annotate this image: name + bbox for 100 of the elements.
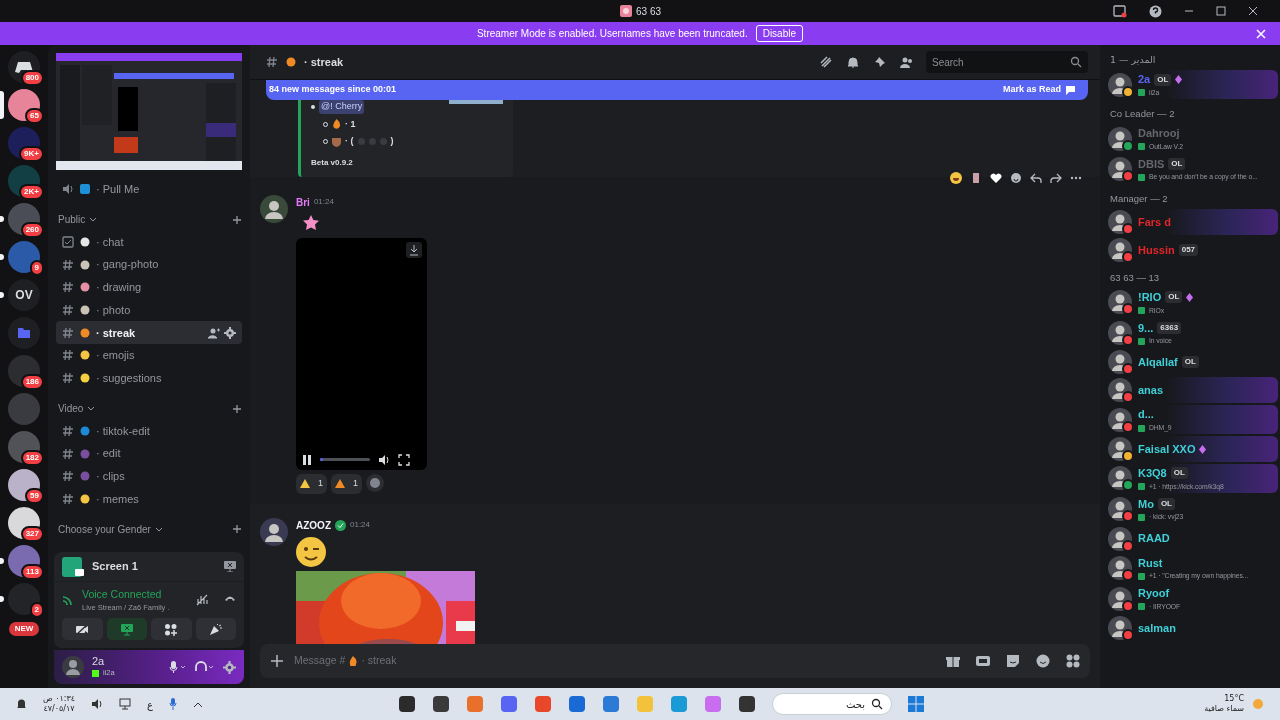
mail-icon[interactable]: [568, 695, 587, 713]
category-header[interactable]: Public: [58, 212, 86, 228]
user-avatar[interactable]: [260, 517, 288, 546]
close-icon[interactable]: [1248, 6, 1258, 16]
download-icon[interactable]: [406, 241, 422, 258]
speaker-icon[interactable]: [91, 698, 104, 710]
hash-icon: [62, 326, 74, 339]
emoji-picker-icon[interactable]: [1036, 654, 1050, 668]
heart-icon[interactable]: [990, 171, 1002, 184]
member-list-icon[interactable]: [900, 56, 912, 68]
notification-bell-icon[interactable]: [16, 698, 27, 710]
reaction-icon[interactable]: [970, 171, 982, 184]
author-name[interactable]: Bri: [296, 194, 310, 210]
channel-item[interactable]: · memes: [56, 487, 242, 511]
soundboard-icon: [208, 622, 223, 636]
camera-off-button[interactable]: [62, 618, 103, 640]
sticker-icon[interactable]: [1006, 654, 1020, 668]
reaction[interactable]: 1: [296, 473, 327, 494]
disable-button[interactable]: Disable: [755, 25, 804, 42]
settings-icon[interactable]: [223, 660, 236, 674]
controller-icon: [15, 60, 33, 74]
category-header[interactable]: Video: [58, 401, 84, 416]
upload-button[interactable]: [270, 654, 284, 668]
input-language[interactable]: ع: [147, 696, 154, 712]
channel-item[interactable]: · suggestions: [56, 366, 242, 390]
stop-stream-icon[interactable]: [224, 561, 236, 572]
channel-item[interactable]: · emojis: [56, 344, 242, 367]
sun-icon: [1252, 698, 1264, 710]
network-icon[interactable]: [119, 698, 132, 710]
channel-item[interactable]: · edit: [56, 442, 242, 465]
add-channel-icon[interactable]: [232, 403, 242, 414]
laughing-emoji-icon[interactable]: [950, 171, 962, 184]
notifications-icon[interactable]: [846, 56, 860, 68]
fullscreen-icon[interactable]: [398, 453, 410, 466]
activities-button[interactable]: [151, 618, 192, 640]
chevron-icon: [89, 216, 98, 224]
taskbar-search-field[interactable]: بحث: [772, 693, 893, 715]
mark-as-read-button[interactable]: Mark as Read: [1002, 83, 1076, 97]
unread-badge: 2K+: [19, 184, 44, 200]
chevron-up-icon[interactable]: [193, 700, 204, 708]
new-messages-text: 84 new messages since 00:01: [269, 83, 397, 97]
settings-icon[interactable]: [224, 326, 236, 339]
channel-item[interactable]: · photo: [56, 298, 242, 322]
help-icon[interactable]: [1149, 4, 1162, 18]
member-item[interactable]: RAAD: [1104, 525, 1278, 552]
screen-share-button[interactable]: [106, 618, 147, 640]
app-icon[interactable]: [738, 695, 757, 713]
unread-badge: 327: [20, 526, 44, 542]
author-name[interactable]: AZOOZ: [296, 517, 331, 533]
threads-icon[interactable]: [820, 56, 832, 68]
add-reaction-icon[interactable]: [1010, 171, 1022, 184]
microphone-icon[interactable]: [169, 698, 178, 710]
channel-item[interactable]: · streak: [56, 321, 242, 345]
embed-item-text: · 1: [345, 117, 356, 131]
soundboard-button[interactable]: [195, 618, 236, 640]
voice-status: Voice Connected: [82, 586, 163, 602]
window-title: 63 63: [636, 4, 662, 19]
add-channel-icon[interactable]: [232, 214, 242, 225]
reaction[interactable]: 1: [331, 473, 363, 494]
voice-channel[interactable]: · Pull Me: [56, 178, 242, 201]
reply-icon[interactable]: [1030, 171, 1042, 184]
member-item[interactable]: Hussin 057: [1104, 236, 1278, 263]
apps-icon[interactable]: [1066, 654, 1080, 668]
forward-icon[interactable]: [1050, 171, 1062, 184]
search-field[interactable]: Search: [926, 51, 1088, 73]
add-reaction-icon[interactable]: [366, 473, 385, 492]
discord-icon[interactable]: [500, 695, 519, 713]
channel-item[interactable]: · clips: [56, 464, 242, 488]
add-channel-icon[interactable]: [232, 524, 242, 535]
app-icon[interactable]: [432, 695, 451, 713]
pause-icon[interactable]: [302, 454, 312, 465]
pin-icon[interactable]: [874, 56, 886, 68]
gif-icon[interactable]: [976, 654, 990, 668]
channel-item[interactable]: · chat: [56, 230, 242, 254]
browser-icon[interactable]: [534, 695, 553, 713]
unread-badge: 186: [20, 374, 44, 390]
channel-item[interactable]: · drawing: [56, 276, 242, 299]
invite-icon[interactable]: [208, 326, 220, 339]
role-header: Co Leader — 2: [1110, 106, 1176, 121]
member-item[interactable]: salman: [1104, 614, 1278, 641]
start-icon[interactable]: [908, 696, 925, 712]
channel-item[interactable]: · tiktok-edit: [56, 419, 242, 443]
gift-icon[interactable]: [946, 654, 960, 668]
user-avatar[interactable]: [260, 194, 288, 223]
microphone-icon[interactable]: [169, 661, 187, 673]
volume-icon[interactable]: [378, 453, 390, 466]
hash-icon: [62, 281, 74, 294]
user-avatar[interactable]: [62, 656, 84, 678]
noise-suppression-icon[interactable]: [196, 594, 208, 606]
member-item[interactable]: Alqallaf OL: [1104, 349, 1278, 376]
app-icon[interactable]: [398, 695, 417, 713]
clan-tag: OL: [1168, 158, 1186, 171]
inbox-icon[interactable]: [1113, 4, 1127, 18]
category-header[interactable]: Choose your Gender: [58, 521, 151, 537]
maximize-icon[interactable]: [1216, 6, 1226, 16]
headphones-icon[interactable]: [195, 661, 215, 673]
username: 2a: [92, 655, 106, 668]
channel-item[interactable]: · gang-photo: [56, 253, 242, 277]
store-icon[interactable]: [602, 695, 621, 713]
hang-up-icon[interactable]: [224, 594, 236, 602]
